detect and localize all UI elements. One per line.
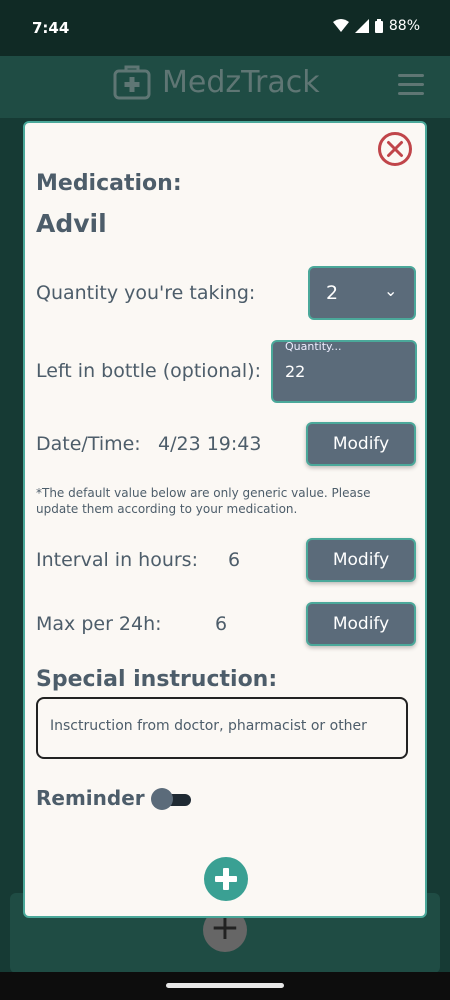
- interval-value: 6: [228, 549, 241, 571]
- left-in-bottle-label: Left in bottle (optional):: [36, 360, 261, 382]
- reminder-label: Reminder: [36, 786, 145, 810]
- close-icon[interactable]: [377, 131, 413, 167]
- special-instruction-placeholder: Insctruction from doctor, pharmacist or …: [50, 718, 367, 734]
- quantity-label: Quantity you're taking:: [36, 282, 256, 304]
- left-in-bottle-input[interactable]: Quantity... 22: [271, 340, 417, 403]
- left-in-bottle-value: 22: [285, 362, 306, 381]
- quantity-select[interactable]: 2 ⌄: [308, 266, 416, 320]
- wifi-icon: [332, 19, 349, 32]
- special-instruction-label: Special instruction:: [36, 667, 278, 692]
- interval-label: Interval in hours:: [36, 549, 198, 571]
- special-instruction-input[interactable]: Insctruction from doctor, pharmacist or …: [36, 697, 408, 759]
- home-indicator[interactable]: [166, 983, 284, 988]
- modify-datetime-button[interactable]: Modify: [306, 422, 416, 466]
- app-logo: MedzTrack: [112, 62, 320, 102]
- toggle-thumb: [151, 788, 173, 810]
- status-bar: 7:44 88%: [0, 0, 450, 56]
- status-icons: 88%: [332, 18, 420, 34]
- signal-icon: [354, 19, 369, 33]
- menu-icon[interactable]: [398, 74, 424, 96]
- add-medication-button[interactable]: [204, 857, 248, 901]
- datetime-label: Date/Time:: [36, 433, 141, 455]
- reminder-toggle[interactable]: [151, 788, 193, 810]
- quantity-value: 2: [326, 282, 339, 304]
- modify-interval-button[interactable]: Modify: [306, 538, 416, 582]
- battery-icon: [374, 19, 383, 33]
- app-bar: MedzTrack: [0, 56, 450, 118]
- medication-label: Medication:: [36, 171, 182, 196]
- modify-max-button[interactable]: Modify: [306, 602, 416, 646]
- medkit-icon: [113, 65, 151, 100]
- medication-name: Advil: [36, 209, 107, 238]
- left-in-bottle-hint: Quantity...: [285, 340, 342, 353]
- app-title: MedzTrack: [162, 64, 320, 100]
- defaults-note: *The default value below are only generi…: [36, 486, 371, 516]
- status-time: 7:44: [32, 19, 70, 37]
- max-per-day-value: 6: [215, 613, 228, 635]
- max-per-day-label: Max per 24h:: [36, 613, 162, 635]
- chevron-down-icon: ⌄: [384, 281, 398, 300]
- datetime-value: 4/23 19:43: [158, 433, 262, 455]
- add-medication-dialog: Medication: Advil Quantity you're taking…: [23, 121, 427, 918]
- battery-percent: 88%: [388, 18, 420, 34]
- close-button[interactable]: [377, 131, 413, 167]
- system-nav-bar: [0, 972, 450, 1000]
